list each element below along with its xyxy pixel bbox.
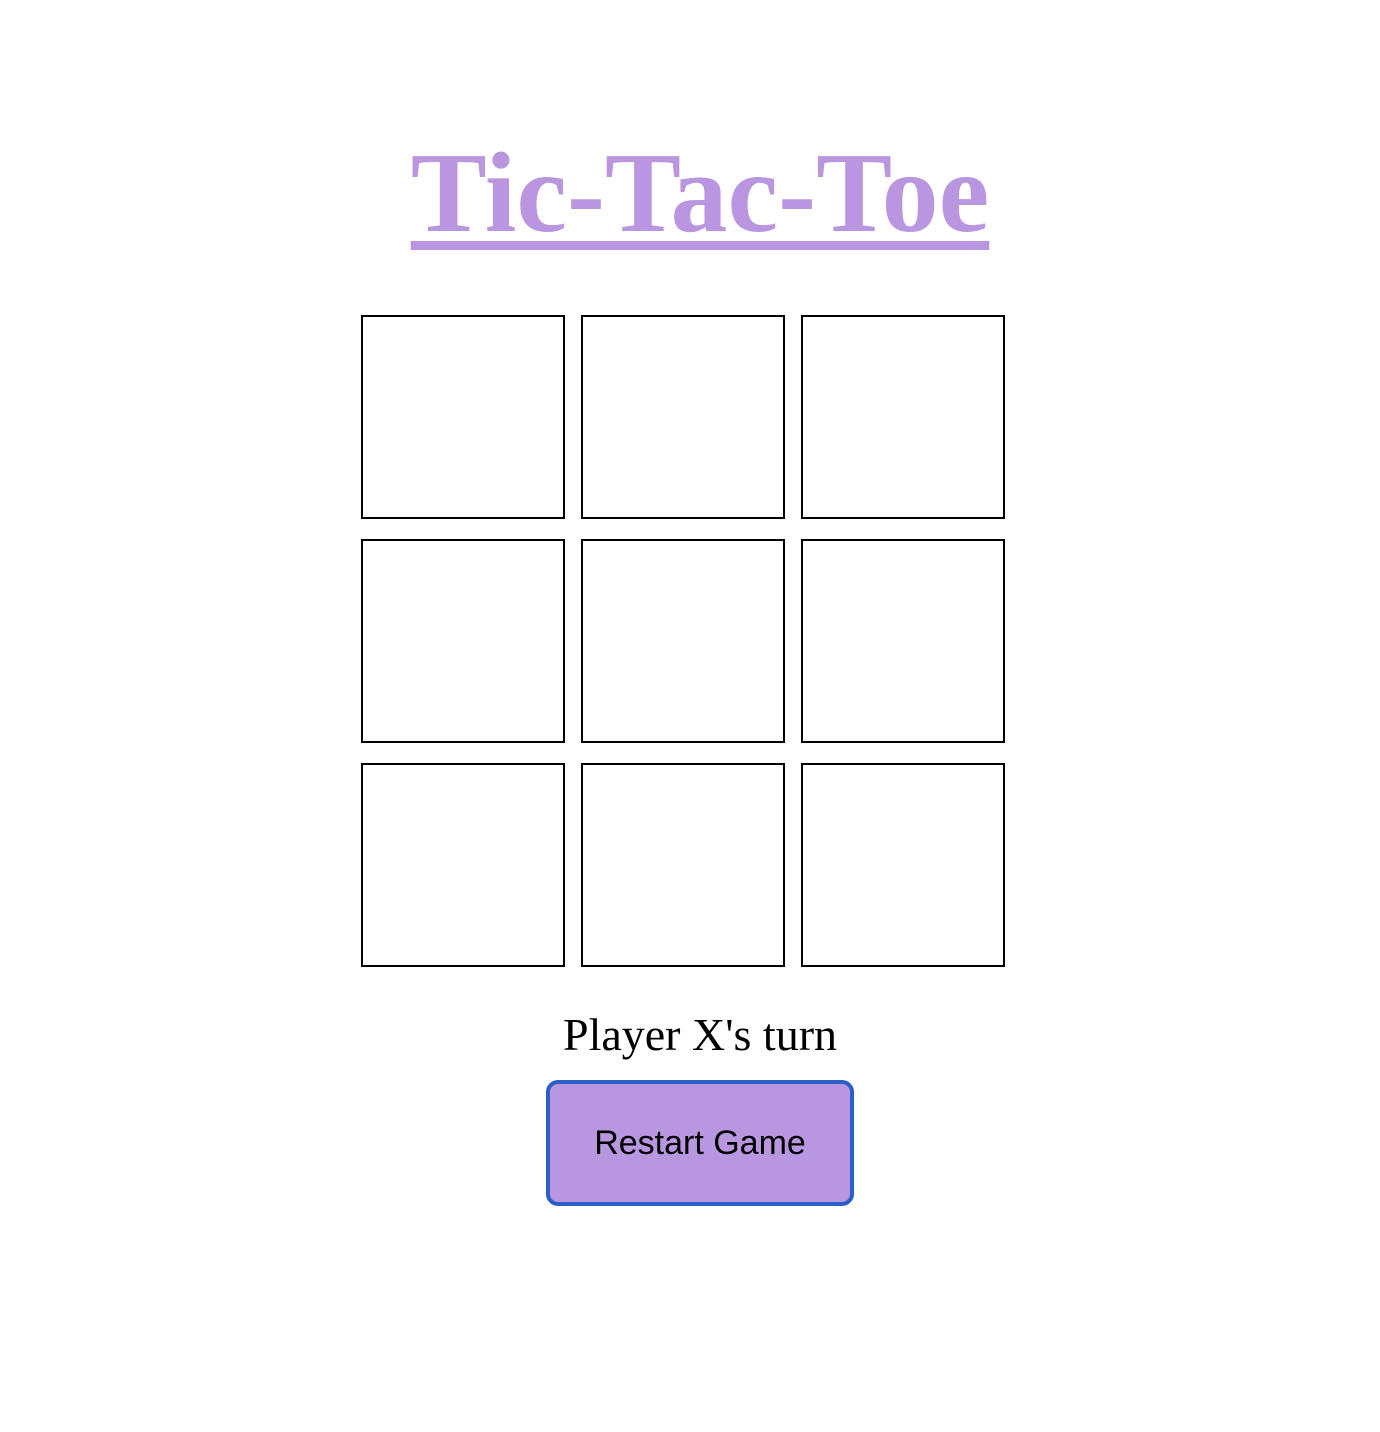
board-cell[interactable] <box>801 763 1005 967</box>
restart-game-button[interactable]: Restart Game <box>546 1080 854 1206</box>
game-board <box>361 315 1005 967</box>
board-cell[interactable] <box>581 539 785 743</box>
page-title: Tic-Tac-Toe <box>410 129 990 256</box>
board-cell[interactable] <box>361 763 565 967</box>
board-cell[interactable] <box>801 539 1005 743</box>
board-cell[interactable] <box>581 315 785 519</box>
board-cell[interactable] <box>801 315 1005 519</box>
turn-status: Player X's turn <box>562 1009 838 1060</box>
board-cell[interactable] <box>361 539 565 743</box>
board-cell[interactable] <box>361 315 565 519</box>
board-cell[interactable] <box>581 763 785 967</box>
